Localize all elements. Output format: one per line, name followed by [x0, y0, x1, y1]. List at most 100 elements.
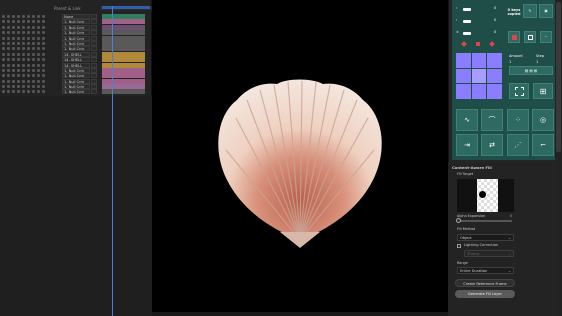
- layer-parent-label[interactable]: 1. Null Cntr: [62, 24, 90, 30]
- layer-switch-icon[interactable]: [42, 31, 45, 35]
- anchor-br[interactable]: [487, 84, 502, 99]
- layer-switch-icon[interactable]: [12, 15, 15, 18]
- layer-switch-icon[interactable]: [17, 85, 20, 89]
- layer-duration-bar[interactable]: [102, 30, 145, 36]
- layer-switch-icon[interactable]: [17, 58, 20, 62]
- create-reference-frame-button[interactable]: Create Reference Frame: [455, 279, 515, 287]
- layer-switch-icon[interactable]: [12, 31, 15, 35]
- layer-switch-icon[interactable]: [22, 52, 25, 56]
- range-select[interactable]: Entire Duration ⌄: [457, 267, 514, 274]
- layer-switch-icon[interactable]: [32, 68, 35, 72]
- layer-switch-icon[interactable]: [37, 20, 40, 24]
- layer-switch-icon[interactable]: [37, 63, 40, 67]
- layer-switch-icon[interactable]: [37, 31, 40, 35]
- layer-switch-icon[interactable]: [2, 79, 5, 83]
- layer-parent-label[interactable]: 14. SHELL: [62, 51, 90, 57]
- parent-dropdown-icon[interactable]: [91, 30, 97, 36]
- layer-switch-icon[interactable]: [32, 15, 35, 18]
- layer-switch-icon[interactable]: [27, 74, 30, 78]
- anchor-grid[interactable]: [456, 53, 502, 99]
- layer-switch-icon[interactable]: [27, 41, 30, 45]
- parent-dropdown-icon[interactable]: [91, 67, 97, 73]
- square-key-icon[interactable]: [476, 42, 480, 46]
- fill-method-select[interactable]: Object ⌄: [457, 234, 514, 241]
- layer-duration-bar[interactable]: [102, 51, 145, 57]
- square-button[interactable]: [524, 31, 536, 43]
- grid-button[interactable]: ⊞: [533, 83, 553, 99]
- layer-switch-icon[interactable]: [27, 68, 30, 72]
- layer-switch-icon[interactable]: [7, 74, 10, 78]
- layer-switch-icon[interactable]: [37, 52, 40, 56]
- layer-switch-icon[interactable]: [7, 68, 10, 72]
- layer-switch-icon[interactable]: [12, 58, 15, 62]
- anchor-bc[interactable]: [471, 84, 487, 99]
- layer-duration-bar[interactable]: [102, 62, 145, 68]
- lighting-strength-select[interactable]: Strong ⌄: [464, 250, 514, 257]
- layer-switch-icon[interactable]: [7, 15, 10, 18]
- layer-switch-icon[interactable]: [42, 20, 45, 24]
- hook-button[interactable]: ⌐: [532, 134, 554, 156]
- parent-dropdown-icon[interactable]: [91, 84, 97, 90]
- layer-duration-bar[interactable]: [102, 78, 145, 84]
- lighting-correction-checkbox[interactable]: [457, 244, 461, 248]
- layer-switch-icon[interactable]: [27, 85, 30, 89]
- layer-switch-icon[interactable]: [37, 41, 40, 45]
- layer-switch-icon[interactable]: [42, 90, 45, 94]
- work-area-bar[interactable]: [100, 6, 152, 10]
- bounds-button[interactable]: [509, 83, 529, 99]
- record-button[interactable]: [508, 31, 520, 43]
- wiggle-button[interactable]: ∿: [456, 109, 478, 131]
- layer-switch-icon[interactable]: [17, 25, 20, 29]
- parent-dropdown-icon[interactable]: [91, 78, 97, 84]
- layer-switch-icon[interactable]: [42, 68, 45, 72]
- layer-switch-icon[interactable]: [7, 52, 10, 56]
- scrollbar-thumb[interactable]: [556, 2, 561, 152]
- anchor-ml[interactable]: [456, 68, 471, 84]
- layer-switch-icon[interactable]: [42, 41, 45, 45]
- layer-duration-bar[interactable]: [102, 57, 145, 63]
- layer-switch-icon[interactable]: [37, 58, 40, 62]
- layer-switch-icon[interactable]: [22, 68, 25, 72]
- layer-switch-icon[interactable]: [32, 25, 35, 29]
- layer-duration-bar[interactable]: [102, 89, 145, 95]
- layer-duration-bar[interactable]: [102, 24, 145, 30]
- composition-canvas[interactable]: [152, 0, 448, 312]
- layer-switch-icon[interactable]: [12, 41, 15, 45]
- layer-switch-icon[interactable]: [12, 79, 15, 83]
- layer-switch-icon[interactable]: [27, 79, 30, 83]
- layer-switch-icon[interactable]: [27, 15, 30, 18]
- layer-switch-icon[interactable]: [12, 85, 15, 89]
- layer-switch-icon[interactable]: [17, 52, 20, 56]
- parent-dropdown-icon[interactable]: [91, 19, 97, 25]
- layer-switch-icon[interactable]: [7, 47, 10, 51]
- layer-switch-icon[interactable]: [37, 25, 40, 29]
- layer-switch-icon[interactable]: [12, 25, 15, 29]
- layer-duration-bar[interactable]: [102, 14, 145, 19]
- layer-switch-icon[interactable]: [12, 63, 15, 67]
- amount-value[interactable]: 1: [509, 60, 511, 64]
- ease-key-icon[interactable]: [489, 41, 495, 47]
- layer-switch-icon[interactable]: [22, 25, 25, 29]
- layer-parent-label[interactable]: 1. Null Cntr: [62, 19, 90, 25]
- layer-switch-icon[interactable]: [27, 31, 30, 35]
- right-panel-scrollbar[interactable]: [555, 0, 562, 316]
- layer-switch-icon[interactable]: [2, 74, 5, 78]
- layer-switch-icon[interactable]: [32, 85, 35, 89]
- layer-switch-icon[interactable]: [7, 36, 10, 40]
- work-area[interactable]: [102, 6, 150, 9]
- layer-switch-icon[interactable]: [2, 36, 5, 40]
- alpha-slider-thumb[interactable]: [456, 218, 461, 223]
- parent-dropdown-icon[interactable]: [91, 73, 97, 79]
- counter-row-1[interactable]: ‹ 0: [456, 5, 500, 13]
- layer-switch-icon[interactable]: [12, 36, 15, 40]
- layer-switch-icon[interactable]: [42, 25, 45, 29]
- sequence-button[interactable]: ⋰: [507, 134, 529, 156]
- layer-switch-icon[interactable]: [17, 36, 20, 40]
- layer-switch-icon[interactable]: [22, 63, 25, 67]
- layer-switch-icon[interactable]: [2, 85, 5, 89]
- layer-switch-icon[interactable]: [32, 58, 35, 62]
- parent-dropdown-icon[interactable]: [91, 35, 97, 41]
- counter-3-slider[interactable]: [463, 32, 471, 35]
- layer-switch-icon[interactable]: [37, 79, 40, 83]
- layer-duration-bar[interactable]: [102, 35, 145, 41]
